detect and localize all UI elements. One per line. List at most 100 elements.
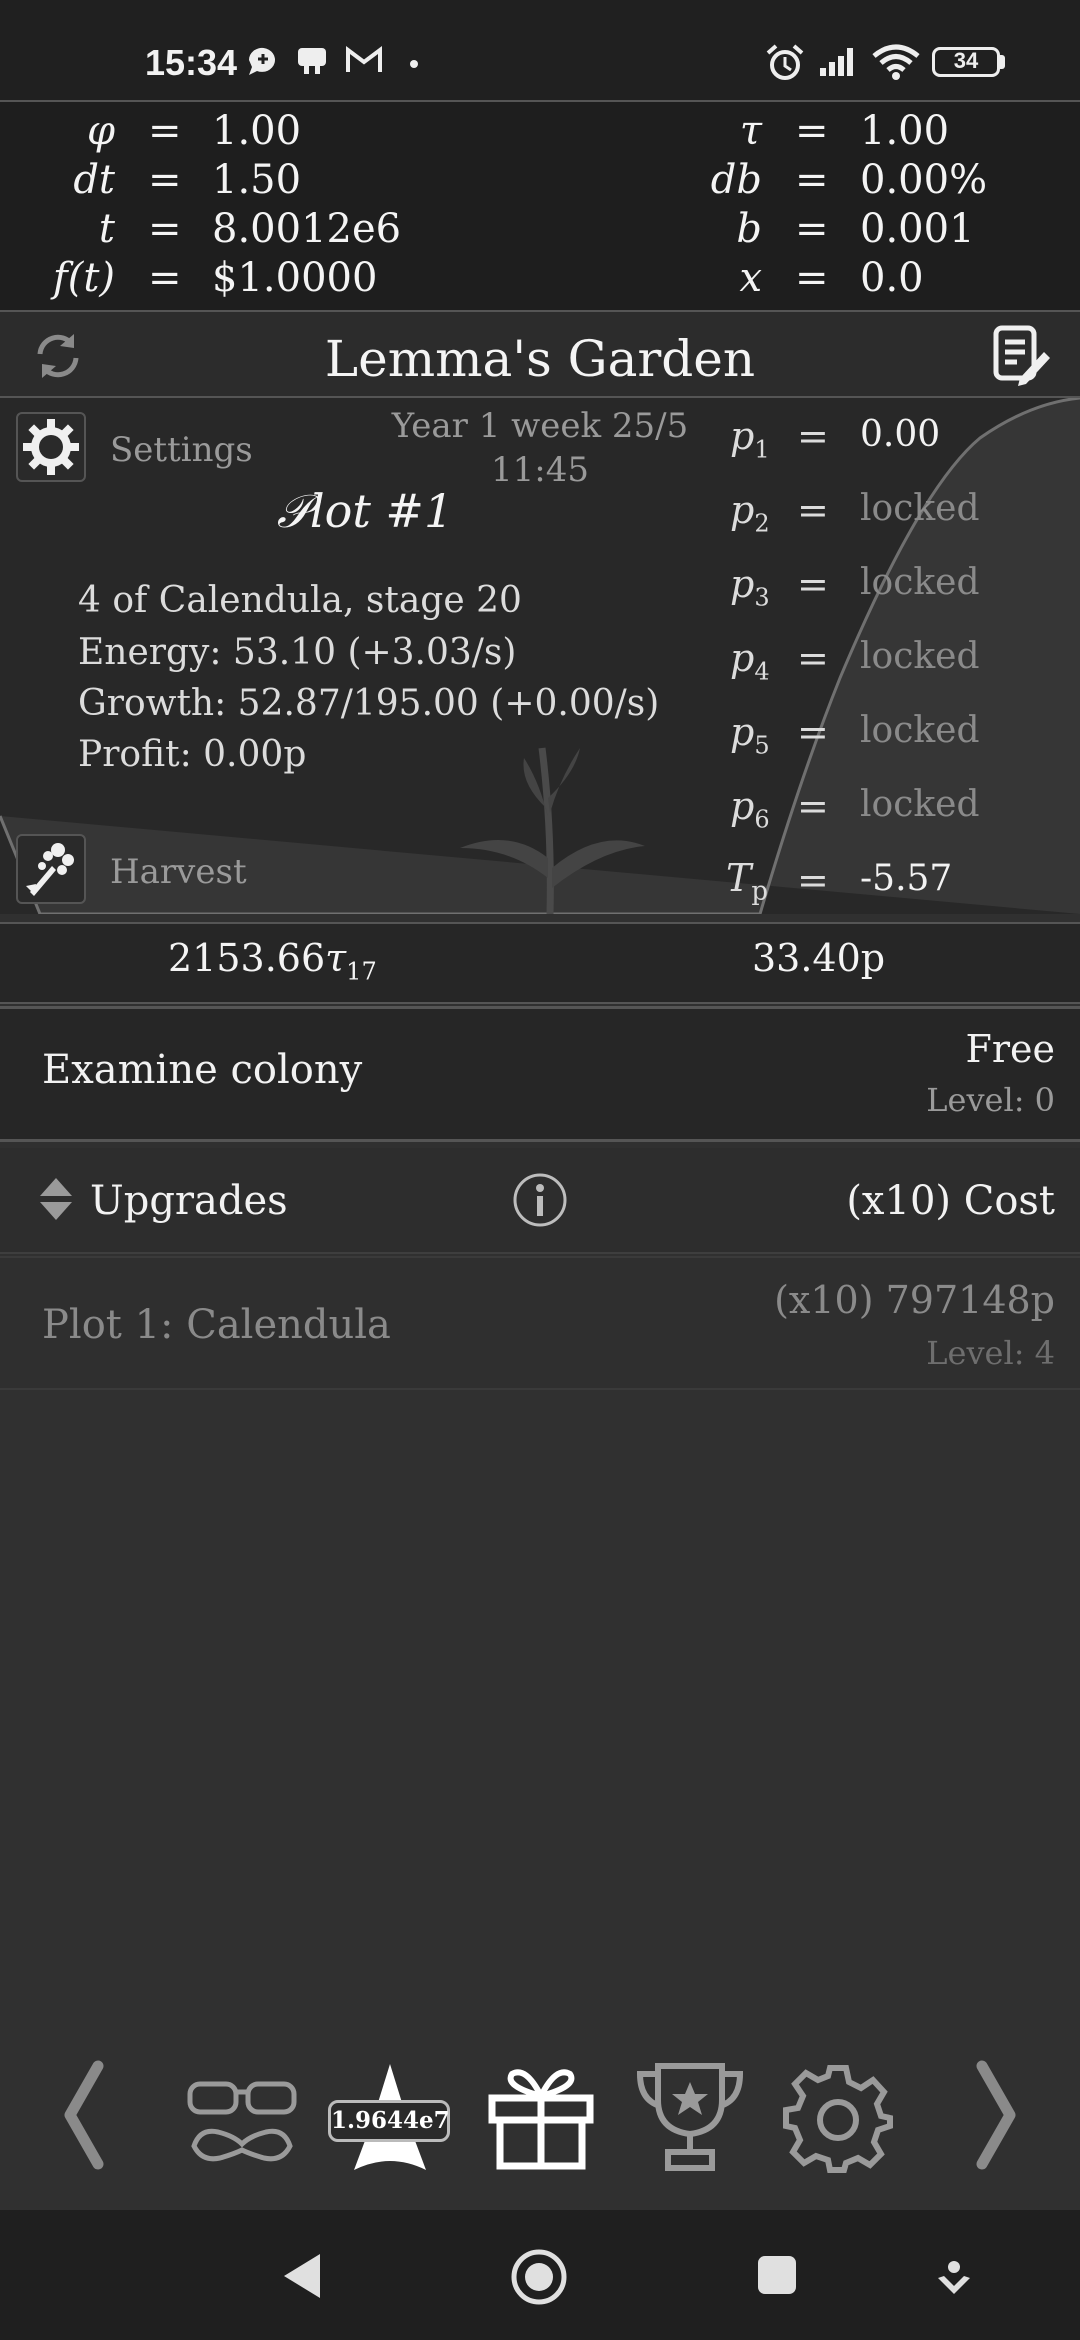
equals-sign: = — [148, 206, 182, 252]
param-value: -5.57 — [860, 858, 953, 899]
equals-sign: = — [795, 157, 829, 203]
param-value: 0.00 — [860, 414, 941, 455]
examine-colony-label: Examine colony — [42, 1047, 363, 1093]
equals-sign: = — [795, 206, 829, 252]
battery-level: 34 — [953, 48, 979, 73]
variable-name: x — [739, 255, 762, 301]
currency-bar: 2153.66τ17 33.40p — [0, 922, 1080, 1004]
bottom-toolbar: 1.9644e7 — [0, 2020, 1080, 2210]
page-title: Lemma's Garden — [324, 330, 756, 388]
equals-sign: = — [797, 858, 829, 902]
chevron-left-icon[interactable] — [58, 2060, 108, 2170]
param-name: p4 — [730, 636, 770, 686]
status-time: 15:34 — [145, 42, 238, 83]
notes-edit-icon[interactable] — [990, 324, 1050, 386]
battery-tip — [1000, 55, 1005, 69]
equals-sign: = — [797, 414, 829, 458]
battery-icon: 34 — [932, 47, 1000, 77]
equals-sign: = — [795, 108, 829, 154]
variable-name: τ — [739, 108, 762, 154]
plot-profit: Profit: 0.00p — [78, 734, 307, 775]
param-name: p1 — [730, 414, 770, 464]
variable-value: 1.00 — [860, 108, 950, 154]
variable-name: b — [736, 206, 762, 252]
examine-cost: Free — [965, 1027, 1055, 1071]
harvest-button[interactable] — [16, 834, 86, 904]
sort-toggle-icon[interactable] — [38, 1174, 74, 1224]
param-value: locked — [860, 562, 980, 603]
gear-icon[interactable] — [782, 2062, 894, 2174]
nav-assist-icon[interactable] — [934, 2258, 974, 2298]
settings-button[interactable] — [16, 412, 86, 482]
param-name: p2 — [730, 488, 770, 538]
upgrade-cost: (x10) 797148p — [774, 1278, 1055, 1322]
harvest-label[interactable]: Harvest — [110, 852, 247, 892]
variable-name: dt — [73, 157, 115, 203]
equals-sign: = — [797, 488, 829, 532]
nav-home-icon[interactable] — [510, 2248, 568, 2306]
nav-recents-icon[interactable] — [756, 2254, 798, 2296]
chat-bubble-icon — [248, 47, 275, 75]
bouquet-icon — [26, 843, 74, 896]
game-date: Year 1 week 25/5 — [391, 406, 689, 446]
variable-value: 1.50 — [212, 157, 302, 203]
variable-value: 1.00 — [212, 108, 302, 154]
settings-label[interactable]: Settings — [110, 430, 253, 470]
param-value: locked — [860, 488, 980, 529]
variables-panel: φ = 1.00 dt = 1.50 t = 8.0012e6 f(t) = $… — [0, 100, 1080, 312]
glasses-mustache-icon[interactable] — [186, 2066, 298, 2170]
param-value: locked — [860, 784, 980, 825]
param-name: p3 — [730, 562, 770, 612]
title-bar: Lemma's Garden — [0, 312, 1080, 398]
equals-sign: = — [148, 157, 182, 203]
upgrades-label: Upgrades — [90, 1178, 288, 1224]
variable-value: 0.0 — [860, 255, 924, 301]
cost-header: (x10) Cost — [846, 1178, 1055, 1224]
garden-panel: Settings Year 1 week 25/5 11:45 𝒫lot #1 … — [0, 398, 1080, 914]
equals-sign: = — [148, 108, 182, 154]
dot-icon — [410, 60, 418, 68]
plant-silhouette — [460, 747, 645, 914]
examine-level: Level: 0 — [926, 1081, 1055, 1119]
signal-icon — [820, 48, 853, 76]
trophy-icon[interactable] — [634, 2060, 746, 2174]
equals-sign: = — [797, 562, 829, 606]
variable-value: 8.0012e6 — [212, 206, 402, 252]
upgrade-level: Level: 4 — [926, 1334, 1055, 1372]
gift-icon[interactable] — [486, 2062, 596, 2172]
system-nav-bar — [0, 2210, 1080, 2340]
info-icon[interactable] — [512, 1172, 568, 1228]
gear-icon — [23, 419, 79, 475]
chevron-right-icon[interactable] — [972, 2060, 1022, 2170]
plot-growth: Growth: 52.87/195.00 (+0.00/s) — [78, 683, 660, 724]
nav-back-icon[interactable] — [280, 2252, 324, 2300]
variable-name: t — [98, 206, 115, 252]
equals-sign: = — [797, 710, 829, 754]
variable-value: 0.001 — [860, 206, 975, 252]
p-currency: 33.40p — [752, 936, 886, 980]
plot-energy: Energy: 53.10 (+3.03/s) — [78, 632, 517, 673]
param-name: p5 — [730, 710, 770, 760]
star-value-badge: 1.9644e7 — [328, 2100, 450, 2142]
variable-name: db — [710, 157, 762, 203]
upgrade-item-plot1[interactable]: Plot 1: Calendula (x10) 797148p Level: 4 — [0, 1256, 1080, 1390]
param-name: Tp — [726, 856, 769, 907]
upgrade-name: Plot 1: Calendula — [42, 1302, 391, 1348]
param-value: locked — [860, 710, 980, 751]
variable-name: f(t) — [52, 255, 115, 301]
gmail-icon — [346, 46, 382, 72]
upgrades-header: Upgrades (x10) Cost — [0, 1148, 1080, 1254]
equals-sign: = — [797, 784, 829, 828]
equals-sign: = — [797, 636, 829, 680]
param-value: locked — [860, 636, 980, 677]
alarm-icon — [766, 44, 804, 80]
variable-value: 0.00% — [860, 157, 988, 203]
param-name: p6 — [730, 784, 770, 834]
equals-sign: = — [148, 255, 182, 301]
equals-sign: = — [795, 255, 829, 301]
notification-icon — [298, 48, 326, 74]
status-bar: 15:34 34 — [0, 0, 1080, 100]
variable-name: φ — [86, 108, 115, 154]
plot-plant-info: 4 of Calendula, stage 20 — [78, 580, 522, 621]
examine-colony-button[interactable]: Examine colony Free Level: 0 — [0, 1006, 1080, 1142]
